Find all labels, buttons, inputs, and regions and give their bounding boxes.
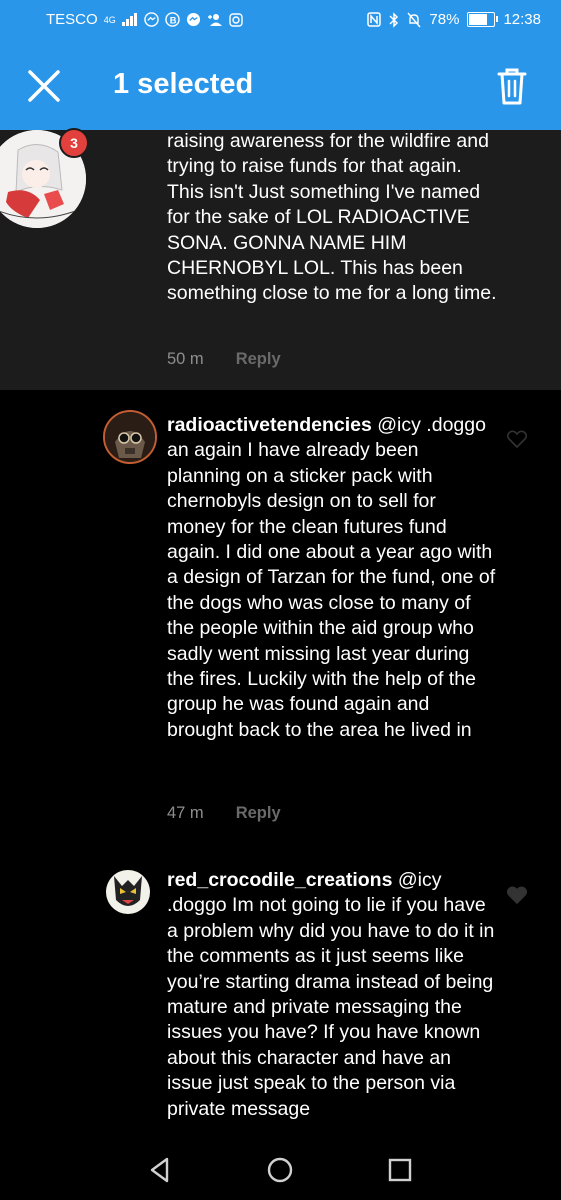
bluetooth-icon xyxy=(389,11,399,28)
signal-icon xyxy=(121,13,137,26)
add-user-icon xyxy=(207,14,222,26)
avatar[interactable] xyxy=(103,410,157,464)
home-nav-icon[interactable] xyxy=(266,1156,294,1184)
comment-body: @icy .doggo Im not going to lie if you h… xyxy=(167,869,495,1120)
delete-button[interactable] xyxy=(492,64,532,108)
comment: red_crocodile_creations @icy .doggo Im n… xyxy=(0,850,561,1140)
trash-icon xyxy=(497,68,527,105)
close-icon xyxy=(28,70,60,102)
like-heart-icon[interactable] xyxy=(507,886,527,904)
clock: 12:38 xyxy=(503,11,541,28)
comment-text: raising awareness for the wildfire and t… xyxy=(167,130,497,305)
reply-button[interactable]: Reply xyxy=(236,804,281,823)
back-nav-icon[interactable] xyxy=(147,1156,175,1184)
comment-meta: 50 m Reply xyxy=(167,350,281,369)
close-button[interactable] xyxy=(22,64,66,108)
selection-toolbar: 1 selected xyxy=(0,42,561,130)
messenger-icon-2 xyxy=(186,12,200,27)
battery-percent: 78% xyxy=(429,11,460,28)
comment: radioactivetendencies @icy .doggo an aga… xyxy=(0,390,561,850)
b-app-icon: B xyxy=(164,12,180,27)
messenger-icon xyxy=(143,12,159,27)
status-bar: TESCO 4G B 78% 12:38 xyxy=(0,0,561,42)
reply-button[interactable]: Reply xyxy=(236,350,281,369)
comment-time: 50 m xyxy=(167,350,204,368)
svg-text:B: B xyxy=(169,15,176,25)
comment-body: @icy .doggo an again I have already been… xyxy=(167,414,496,741)
status-left: TESCO 4G B xyxy=(46,11,243,28)
comment-username[interactable]: red_crocodile_creations xyxy=(167,869,392,891)
selection-count: 1 selected xyxy=(113,68,254,100)
battery-icon xyxy=(467,12,499,27)
network-type: 4G xyxy=(103,14,116,25)
system-nav-bar xyxy=(0,1140,561,1200)
comment-username[interactable]: radioactivetendencies xyxy=(167,414,372,436)
status-right: 78% 12:38 xyxy=(367,11,541,28)
notification-badge: 3 xyxy=(59,128,89,158)
comment-time: 47 m xyxy=(167,804,204,822)
comment-text: red_crocodile_creations @icy .doggo Im n… xyxy=(167,868,497,1122)
like-heart-icon[interactable] xyxy=(507,430,527,448)
mute-bell-icon xyxy=(407,12,421,27)
nfc-icon xyxy=(367,12,382,27)
comment-text: radioactivetendencies @icy .doggo an aga… xyxy=(167,413,497,743)
comment-selected[interactable]: 3 ‾‾‾‾‾‾‾‾‾‾‾‾‾‾‾‾‾‾‾‾‾‾‾‾ raising aware… xyxy=(0,128,561,390)
avatar-illustration xyxy=(105,412,155,462)
instagram-icon xyxy=(229,12,243,27)
avatar[interactable] xyxy=(106,870,150,914)
comment-meta: 47 m Reply xyxy=(167,804,281,823)
avatar-illustration xyxy=(106,870,150,914)
recents-nav-icon[interactable] xyxy=(386,1156,414,1184)
carrier-label: TESCO xyxy=(46,11,98,28)
